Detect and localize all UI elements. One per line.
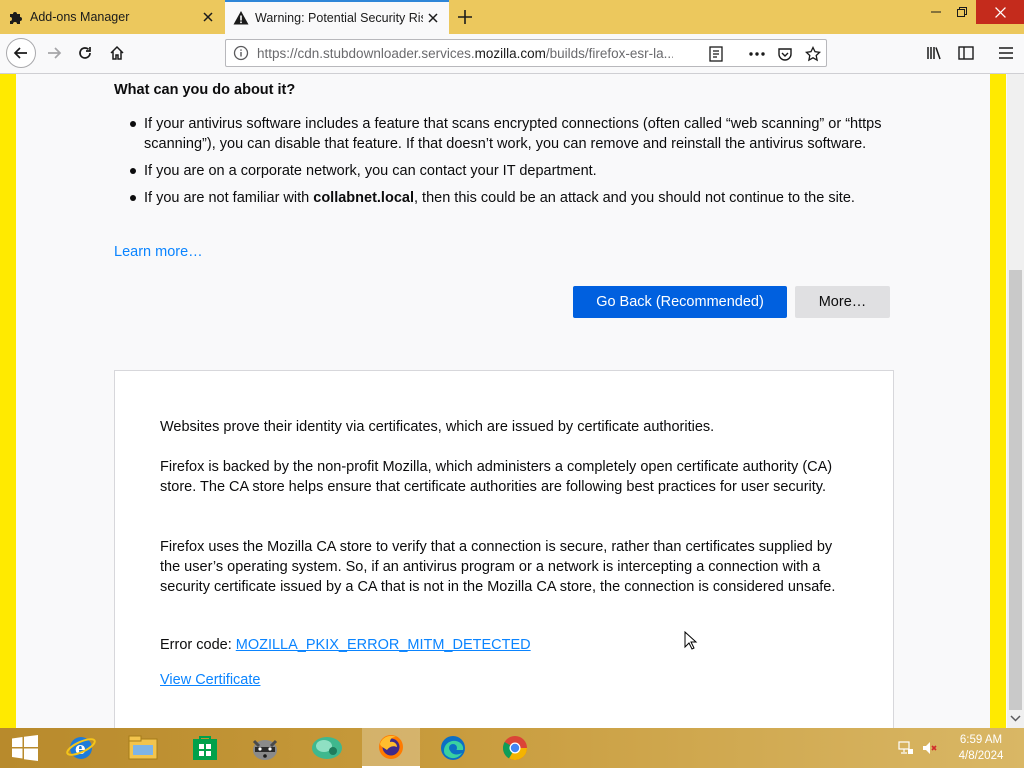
green-app-taskbar-item[interactable] xyxy=(298,728,356,768)
advanced-paragraph: Firefox uses the Mozilla CA store to ver… xyxy=(160,539,836,595)
pocket-icon xyxy=(778,48,792,61)
hostname: collabnet.local xyxy=(313,190,414,206)
star-icon xyxy=(805,46,821,62)
warning-triangle-icon xyxy=(233,11,249,25)
url-prefix: https://cdn.stubdownloader.services. xyxy=(257,45,475,61)
info-icon[interactable] xyxy=(233,45,249,61)
right-yellow-border xyxy=(990,74,1006,728)
close-icon xyxy=(203,12,213,22)
restore-button[interactable] xyxy=(946,0,978,24)
error-code-link[interactable]: MOZILLA_PKIX_ERROR_MITM_DETECTED xyxy=(236,637,531,653)
restore-icon xyxy=(957,7,967,17)
tab-title: Add-ons Manager xyxy=(30,10,130,24)
system-clock[interactable]: 6:59 AM 4/8/2024 xyxy=(950,732,1012,764)
list-item-text: , then this could be an attack and you s… xyxy=(413,190,855,206)
go-back-button[interactable]: Go Back (Recommended) xyxy=(573,286,787,318)
taskbar: e 6:59 AM 4/8/2024 xyxy=(0,728,1024,768)
home-button[interactable] xyxy=(103,39,131,67)
internet-explorer-taskbar-item[interactable]: e xyxy=(52,728,110,768)
edge-icon xyxy=(441,736,465,760)
main-menu-button[interactable] xyxy=(992,39,1020,67)
store-icon xyxy=(193,736,217,760)
url-domain: mozilla.com xyxy=(474,45,546,61)
plus-icon xyxy=(458,10,472,24)
error-code-label: Error code: xyxy=(160,637,236,653)
navigation-toolbar: https://cdn.stubdownloader.services.mozi… xyxy=(0,34,1024,74)
store-taskbar-item[interactable] xyxy=(176,728,234,768)
advice-list: If your antivirus software includes a fe… xyxy=(130,114,882,215)
advice-heading: What can you do about it? xyxy=(114,82,296,98)
firefox-icon xyxy=(379,735,403,759)
advanced-paragraph: Firefox is backed by the non-profit Mozi… xyxy=(160,459,833,495)
network-icon[interactable] xyxy=(898,741,914,755)
arrow-right-icon xyxy=(48,47,62,59)
chrome-icon xyxy=(502,736,527,761)
reader-view-icon xyxy=(709,46,723,62)
list-item: If your antivirus software includes a fe… xyxy=(130,114,882,154)
hamburger-menu-icon xyxy=(999,47,1013,59)
minimize-icon xyxy=(931,11,941,13)
view-certificate-link[interactable]: View Certificate xyxy=(160,672,260,688)
url-text[interactable]: https://cdn.stubdownloader.services.mozi… xyxy=(257,46,673,61)
green-app-icon xyxy=(312,737,342,759)
chevron-down-icon[interactable] xyxy=(1010,712,1021,724)
reload-icon xyxy=(79,47,91,59)
list-item-text: If you are not familiar with xyxy=(144,190,314,206)
raccoon-app-taskbar-item[interactable] xyxy=(236,728,294,768)
page-actions-button[interactable] xyxy=(748,45,766,63)
clock-date: 4/8/2024 xyxy=(958,750,1004,762)
edge-taskbar-item[interactable] xyxy=(424,728,482,768)
volume-muted-icon[interactable] xyxy=(922,741,938,755)
library-button[interactable] xyxy=(920,39,948,67)
arrow-left-icon xyxy=(13,47,27,59)
learn-more-link[interactable]: Learn more… xyxy=(114,244,203,260)
file-explorer-icon xyxy=(128,735,158,760)
raccoon-app-icon xyxy=(252,739,278,760)
list-item: If you are on a corporate network, you c… xyxy=(130,161,882,181)
close-icon xyxy=(428,13,438,23)
puzzle-piece-icon xyxy=(10,12,22,24)
back-button[interactable] xyxy=(6,38,36,68)
url-suffix: /builds/firefox-esr-la... xyxy=(545,45,673,61)
close-icon xyxy=(994,6,1006,18)
bookmark-star-button[interactable] xyxy=(804,45,822,63)
title-bar: Add-ons Manager Warning: Potential Secur… xyxy=(0,0,1024,34)
page-content: What can you do about it? If your antivi… xyxy=(0,74,1024,728)
home-icon xyxy=(110,45,124,60)
sidebar-button[interactable] xyxy=(952,39,980,67)
vertical-scrollbar[interactable] xyxy=(1007,74,1024,728)
scroll-thumb[interactable] xyxy=(1009,270,1022,710)
tab-title: Warning: Potential Security Risk Ahead xyxy=(255,11,423,25)
tab-close-button[interactable] xyxy=(198,7,218,27)
window-close-button[interactable] xyxy=(976,0,1024,24)
error-code-line: Error code: MOZILLA_PKIX_ERROR_MITM_DETE… xyxy=(160,637,531,653)
forward-button[interactable] xyxy=(40,39,68,67)
library-icon xyxy=(927,47,941,60)
clock-time: 6:59 AM xyxy=(959,734,1003,746)
tab-addons-manager[interactable]: Add-ons Manager xyxy=(0,0,224,34)
reader-view-button[interactable] xyxy=(707,45,725,63)
url-bar[interactable]: https://cdn.stubdownloader.services.mozi… xyxy=(225,39,827,67)
start-button[interactable] xyxy=(0,728,50,768)
pocket-button[interactable] xyxy=(776,45,794,63)
firefox-taskbar-item[interactable] xyxy=(362,728,420,768)
list-item: If you are not familiar with collabnet.l… xyxy=(130,188,882,208)
advanced-paragraph: Websites prove their identity via certif… xyxy=(160,419,715,435)
tab-security-warning[interactable]: Warning: Potential Security Risk Ahead xyxy=(225,0,449,34)
more-dots-icon xyxy=(749,52,765,56)
new-tab-button[interactable] xyxy=(452,4,478,30)
sidebar-icon xyxy=(958,46,974,60)
more-button[interactable]: More… xyxy=(795,286,890,318)
reload-button[interactable] xyxy=(71,39,99,67)
advanced-info-panel: Websites prove their identity via certif… xyxy=(114,370,894,728)
internet-explorer-icon: e xyxy=(66,737,96,759)
left-yellow-border xyxy=(0,74,16,728)
file-explorer-taskbar-item[interactable] xyxy=(114,728,172,768)
chrome-taskbar-item[interactable] xyxy=(486,728,544,768)
tab-close-button[interactable] xyxy=(423,8,443,28)
windows-logo-icon xyxy=(12,735,38,761)
mouse-cursor-icon xyxy=(684,631,698,650)
